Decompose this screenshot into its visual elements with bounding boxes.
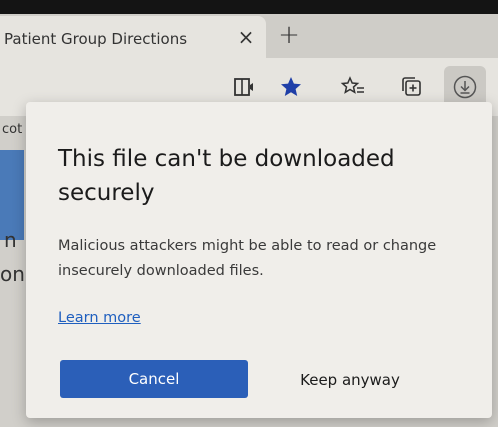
page-text-fragment: on: [0, 262, 25, 286]
collections-icon[interactable]: [396, 72, 426, 102]
page-text-fragment: cot: [2, 122, 23, 137]
keep-anyway-button[interactable]: Keep anyway: [288, 364, 412, 396]
favorites-list-icon[interactable]: [338, 72, 368, 102]
immersive-reader-icon[interactable]: [230, 72, 260, 102]
learn-more-link[interactable]: Learn more: [58, 310, 141, 326]
favorite-star-icon[interactable]: [276, 72, 306, 102]
new-tab-icon[interactable]: +: [276, 20, 302, 50]
browser-tab[interactable]: Patient Group Directions ×: [0, 16, 266, 58]
page-blue-banner: [0, 150, 24, 240]
cancel-button[interactable]: Cancel: [60, 360, 248, 398]
dialog-message: Malicious attackers might be able to rea…: [58, 238, 437, 279]
tab-strip: Patient Group Directions × +: [0, 14, 498, 58]
tab-title: Patient Group Directions: [4, 30, 188, 48]
download-warning-dialog: This file can't be downloaded securely M…: [26, 102, 492, 418]
tab-close-icon[interactable]: ×: [236, 25, 256, 49]
page-text-fragment: n: [4, 228, 17, 252]
screen-bezel: [0, 0, 498, 14]
dialog-title: This file can't be downloaded securely: [58, 146, 395, 206]
